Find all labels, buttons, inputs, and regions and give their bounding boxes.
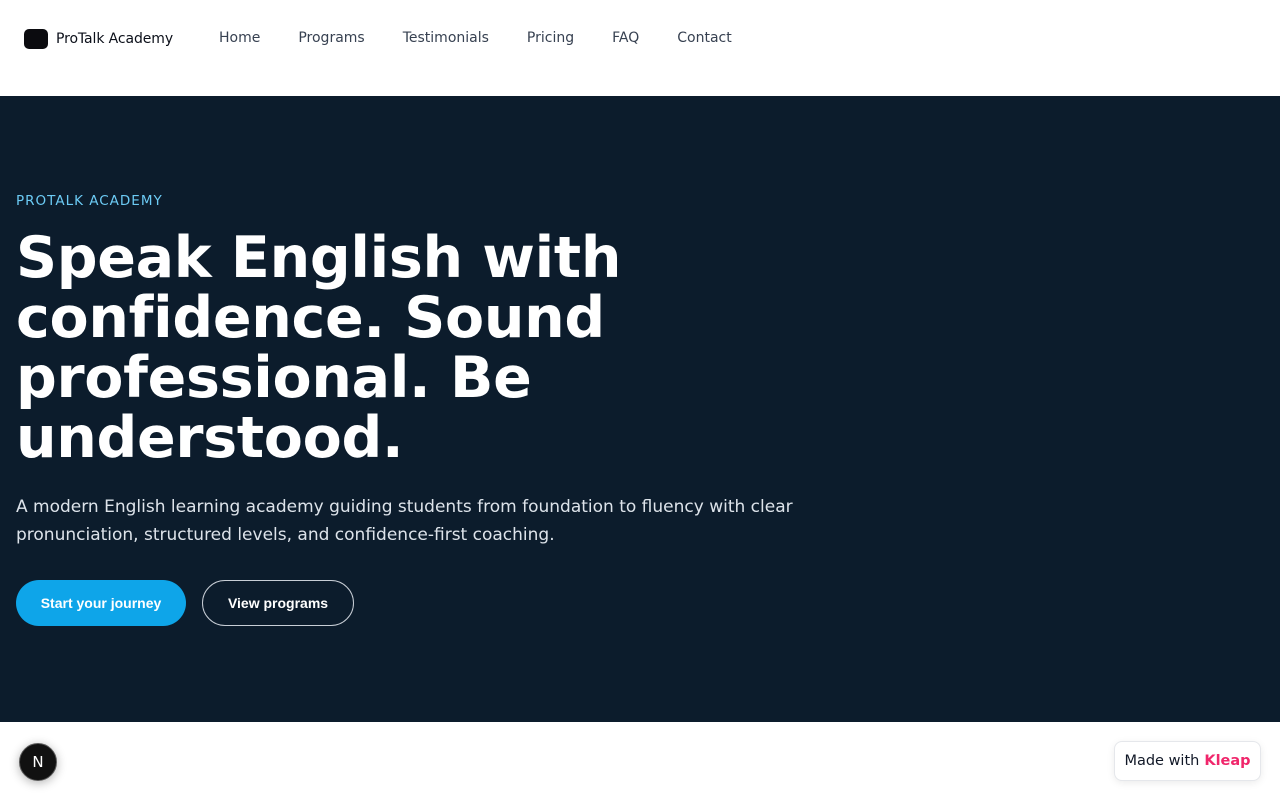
nav-link-testimonials[interactable]: Testimonials bbox=[403, 30, 489, 46]
view-programs-button[interactable]: View programs bbox=[202, 580, 354, 626]
nav-links: Home Programs Testimonials Pricing FAQ C… bbox=[219, 30, 732, 46]
top-navbar: ProTalk Academy Home Programs Testimonia… bbox=[0, 0, 1280, 96]
brand-logo-icon bbox=[24, 29, 48, 49]
brand-link[interactable]: ProTalk Academy bbox=[24, 29, 173, 49]
nav-link-faq[interactable]: FAQ bbox=[612, 30, 639, 46]
next-badge-button[interactable]: N bbox=[19, 743, 57, 781]
nav-link-home[interactable]: Home bbox=[219, 30, 260, 46]
hero-eyebrow: PROTALK ACADEMY bbox=[16, 193, 163, 209]
nav-link-programs[interactable]: Programs bbox=[298, 30, 364, 46]
start-journey-button[interactable]: Start your journey bbox=[16, 580, 186, 626]
nav-link-contact[interactable]: Contact bbox=[677, 30, 731, 46]
hero-section: PROTALK ACADEMY Speak English with confi… bbox=[0, 96, 1280, 722]
made-with-kleap-badge[interactable]: Made with Kleap bbox=[1114, 741, 1261, 781]
brand-name: ProTalk Academy bbox=[56, 31, 174, 47]
kleap-brand-label: Kleap bbox=[1204, 753, 1251, 769]
hero-headline: Speak English with confidence. Sound pro… bbox=[16, 225, 622, 471]
made-with-label: Made with bbox=[1124, 753, 1200, 769]
nav-link-pricing[interactable]: Pricing bbox=[527, 30, 574, 46]
hero-subtext: A modern English learning academy guidin… bbox=[16, 497, 793, 545]
n-logo-icon: N bbox=[32, 753, 44, 771]
